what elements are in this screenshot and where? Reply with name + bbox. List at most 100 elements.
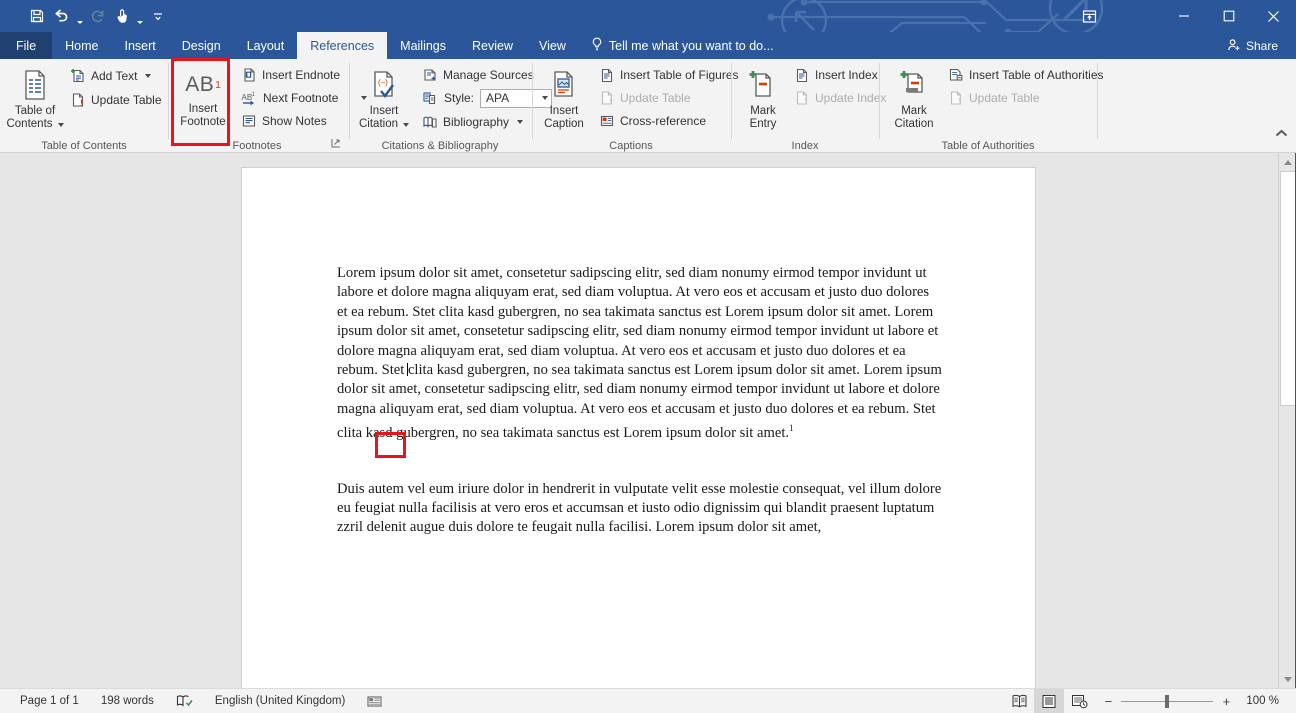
mark-entry-label-line1: Mark bbox=[750, 105, 777, 118]
macro-recording-icon[interactable] bbox=[356, 689, 393, 713]
group-label-captions: Captions bbox=[533, 140, 729, 152]
insert-caption-button[interactable]: Insert Caption bbox=[537, 63, 591, 141]
tab-design-label: Design bbox=[182, 39, 221, 53]
zoom-out-button[interactable]: − bbox=[1102, 694, 1114, 709]
tab-mailings[interactable]: Mailings bbox=[387, 32, 459, 59]
mark-citation-button[interactable]: Mark Citation bbox=[886, 63, 942, 141]
tell-me-search-box[interactable]: Tell me what you want to do... bbox=[579, 32, 786, 59]
manage-sources-button[interactable]: Manage Sources bbox=[418, 64, 538, 86]
table-of-contents-button[interactable]: Table of Contents bbox=[8, 63, 62, 141]
insert-citation-label-line1: Insert bbox=[359, 105, 409, 118]
tab-insert[interactable]: Insert bbox=[112, 32, 169, 59]
ribbon-group-table-of-authorities: Mark Citation Insert Table of Authoritie… bbox=[880, 59, 1096, 153]
add-text-icon bbox=[70, 68, 86, 84]
tab-review[interactable]: Review bbox=[459, 32, 526, 59]
page-indicator[interactable]: Page 1 of 1 bbox=[9, 689, 90, 713]
touch-mouse-mode-icon[interactable] bbox=[111, 3, 133, 29]
update-table-icon bbox=[599, 90, 615, 106]
tab-layout[interactable]: Layout bbox=[234, 32, 298, 59]
document-text[interactable]: Lorem ipsum dolor sit amet, consetetur s… bbox=[337, 264, 943, 538]
toc-dropdown-icon[interactable] bbox=[58, 123, 64, 127]
footnote-reference-marker[interactable]: 1 bbox=[789, 423, 794, 433]
scroll-down-button[interactable] bbox=[1279, 670, 1296, 688]
touch-mode-dropdown-icon[interactable] bbox=[135, 3, 145, 29]
save-icon[interactable] bbox=[26, 3, 48, 29]
add-text-dropdown-icon[interactable] bbox=[145, 74, 151, 78]
insert-endnote-icon: i bbox=[241, 67, 257, 83]
zoom-slider-thumb[interactable] bbox=[1165, 695, 1169, 708]
insert-footnote-button[interactable]: AB1 Insert Footnote bbox=[175, 63, 231, 141]
word-count[interactable]: 198 words bbox=[90, 689, 165, 713]
insert-footnote-icon: AB1 bbox=[185, 69, 221, 101]
zoom-in-button[interactable]: + bbox=[1220, 694, 1232, 709]
update-table-authorities-label: Update Table bbox=[969, 91, 1040, 105]
undo-dropdown-icon[interactable] bbox=[75, 3, 85, 29]
vertical-scrollbar[interactable] bbox=[1278, 153, 1296, 688]
tab-layout-label: Layout bbox=[247, 39, 285, 53]
tab-references[interactable]: References bbox=[297, 32, 387, 59]
add-text-label: Add Text bbox=[91, 69, 137, 83]
close-button[interactable] bbox=[1251, 0, 1296, 32]
ribbon-group-citations-bibliography: (–) Insert Citation bbox=[350, 59, 530, 153]
web-layout-view-button[interactable] bbox=[1064, 689, 1094, 713]
tab-design[interactable]: Design bbox=[169, 32, 234, 59]
restore-button[interactable] bbox=[1206, 0, 1251, 32]
insert-endnote-button[interactable]: i Insert Endnote bbox=[237, 64, 344, 86]
insert-table-of-authorities-button[interactable]: Insert Table of Authorities bbox=[944, 64, 1108, 86]
document-page[interactable]: Lorem ipsum dolor sit amet, consetetur s… bbox=[242, 168, 1035, 700]
paragraph-1: Lorem ipsum dolor sit amet, consetetur s… bbox=[337, 264, 943, 444]
insert-table-of-figures-button[interactable]: Insert Table of Figures bbox=[595, 64, 743, 86]
read-mode-view-button[interactable] bbox=[1004, 689, 1034, 713]
insert-citation-label-line2: Citation bbox=[359, 118, 398, 131]
toc-button-label-line2: Contents bbox=[6, 118, 52, 131]
insert-citation-dropdown-icon[interactable] bbox=[403, 123, 409, 127]
tab-file[interactable]: File bbox=[0, 32, 52, 59]
bibliography-button[interactable]: Bibliography bbox=[418, 111, 527, 133]
language-indicator[interactable]: English (United Kingdom) bbox=[204, 689, 356, 713]
insert-endnote-label: Insert Endnote bbox=[262, 68, 340, 82]
insert-index-button[interactable]: Insert Index bbox=[790, 64, 882, 86]
bibliography-dropdown-icon[interactable] bbox=[517, 120, 523, 124]
zoom-slider[interactable] bbox=[1121, 695, 1213, 708]
insert-index-label: Insert Index bbox=[815, 68, 878, 82]
update-table-captions-button[interactable]: Update Table bbox=[595, 87, 695, 109]
svg-text:i: i bbox=[247, 73, 248, 79]
show-notes-button[interactable]: Show Notes bbox=[237, 110, 331, 132]
update-table-authorities-button[interactable]: Update Table bbox=[944, 87, 1044, 109]
tab-view[interactable]: View bbox=[526, 32, 579, 59]
undo-icon[interactable] bbox=[50, 3, 73, 29]
tab-home[interactable]: Home bbox=[52, 32, 111, 59]
language-label: English (United Kingdom) bbox=[215, 695, 345, 707]
redo-icon bbox=[87, 3, 109, 29]
insert-caption-icon bbox=[550, 69, 578, 101]
cross-reference-button[interactable]: Cross-reference bbox=[595, 110, 710, 132]
document-canvas: Lorem ipsum dolor sit amet, consetetur s… bbox=[0, 153, 1296, 688]
ribbon-display-options-icon[interactable] bbox=[1067, 0, 1111, 32]
ribbon-tabs: File Home Insert Design Layout Reference… bbox=[0, 32, 1296, 59]
footnotes-dialog-launcher[interactable] bbox=[331, 138, 341, 151]
print-layout-view-button[interactable] bbox=[1034, 689, 1064, 713]
insert-citation-button[interactable]: (–) Insert Citation bbox=[356, 63, 412, 141]
share-person-icon bbox=[1227, 38, 1241, 55]
customize-quick-access-toolbar-icon[interactable] bbox=[147, 3, 169, 29]
update-table-toc-button[interactable]: Update Table bbox=[66, 89, 166, 111]
insert-citation-icon: (–) bbox=[369, 69, 399, 101]
mark-entry-button[interactable]: Mark Entry bbox=[738, 63, 788, 141]
share-button[interactable]: Share bbox=[1217, 35, 1288, 57]
minimize-button[interactable] bbox=[1161, 0, 1206, 32]
bibliography-icon bbox=[422, 114, 438, 130]
add-text-button[interactable]: Add Text bbox=[66, 65, 155, 87]
insert-index-icon bbox=[794, 67, 810, 83]
zoom-level-label[interactable]: 100 % bbox=[1240, 695, 1287, 707]
insert-table-of-authorities-icon bbox=[948, 67, 964, 83]
tab-references-label: References bbox=[310, 39, 374, 53]
citation-style-label: Style: bbox=[444, 91, 474, 105]
scrollbar-thumb[interactable] bbox=[1280, 171, 1296, 406]
scroll-up-button[interactable] bbox=[1279, 153, 1296, 171]
proofing-errors-icon[interactable] bbox=[165, 689, 204, 713]
word-application-window: File Home Insert Design Layout Reference… bbox=[0, 0, 1296, 713]
manage-sources-icon bbox=[422, 67, 438, 83]
group-label-citations-bibliography: Citations & Bibliography bbox=[350, 140, 530, 152]
collapse-ribbon-button[interactable] bbox=[1275, 129, 1288, 141]
update-index-button[interactable]: Update Index bbox=[790, 87, 890, 109]
